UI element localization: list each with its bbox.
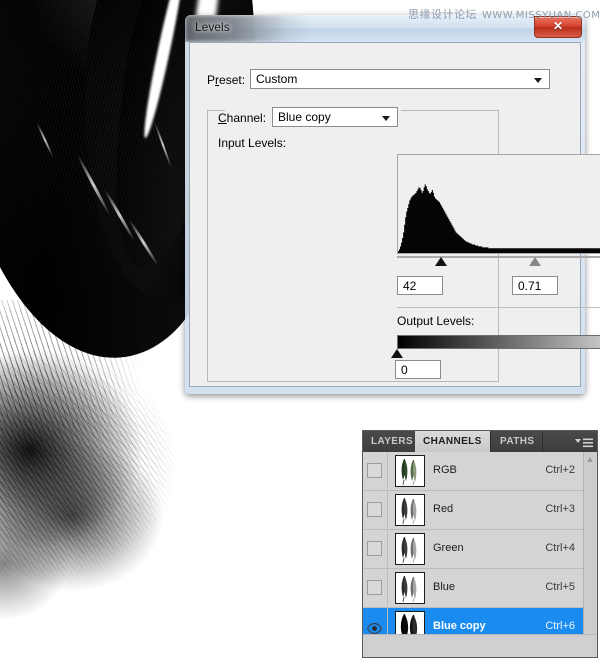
input-levels-label: Input Levels: xyxy=(218,136,286,150)
chevron-down-icon xyxy=(534,78,542,83)
tab-paths[interactable]: PATHS xyxy=(492,431,543,452)
channel-name: RGB xyxy=(433,464,457,476)
groupbox-border-right xyxy=(401,110,499,111)
channel-row-blue[interactable]: Blue Ctrl+5 xyxy=(363,569,597,608)
channel-name: Blue xyxy=(433,581,455,593)
input-slider-track xyxy=(397,256,600,258)
tab-layers[interactable]: LAYERS xyxy=(363,431,422,452)
channel-thumbnail xyxy=(395,533,425,565)
channel-thumbnail xyxy=(395,455,425,487)
histogram-plot xyxy=(398,155,600,253)
watermark-chinese: 思缘设计论坛 xyxy=(408,8,477,21)
channel-label: Channel: xyxy=(218,111,266,125)
channel-row-green[interactable]: Green Ctrl+4 xyxy=(363,530,597,569)
forum-watermark: 思缘设计论坛 WWW.MISSYUAN.COM xyxy=(408,6,600,22)
levels-dialog: Levels ✕ Preset: Custom Channel: xyxy=(185,15,585,394)
channels-panel: LAYERS CHANNELS PATHS RGB Ctrl+2 Red Ctrl+3… xyxy=(362,430,598,658)
output-black-field[interactable]: 0 xyxy=(395,360,441,379)
channel-dropdown[interactable]: Blue copy xyxy=(272,107,398,127)
channel-shortcut: Ctrl+6 xyxy=(545,620,575,632)
eye-toggle[interactable] xyxy=(363,569,388,606)
preset-value: Custom xyxy=(256,72,297,86)
panel-footer xyxy=(363,634,597,657)
watermark-url: WWW.MISSYUAN.COM xyxy=(482,10,600,21)
output-gradient-bar xyxy=(397,335,600,349)
input-shadow-field[interactable]: 42 xyxy=(397,276,443,295)
scroll-up-icon[interactable] xyxy=(587,457,593,462)
output-black-value: 0 xyxy=(401,363,408,377)
eye-icon-empty xyxy=(367,541,382,556)
channel-name: Blue copy xyxy=(433,620,486,632)
panel-menu-icon[interactable] xyxy=(575,436,593,447)
input-midtone-field[interactable]: 0.71 xyxy=(512,276,558,295)
input-shadow-slider[interactable] xyxy=(435,257,447,266)
eye-toggle[interactable] xyxy=(363,452,388,489)
levels-histogram xyxy=(397,154,600,254)
input-shadow-value: 42 xyxy=(403,279,416,293)
eye-icon-empty xyxy=(367,502,382,517)
input-midtone-value: 0.71 xyxy=(518,279,541,293)
chevron-down-icon xyxy=(382,116,390,121)
eye-toggle[interactable] xyxy=(363,491,388,528)
channel-name: Green xyxy=(433,542,464,554)
channel-list: RGBCtrl+2RedCtrl+3GreenCtrl+4BlueCtrl+5B… xyxy=(363,452,597,657)
channel-row-red[interactable]: Red Ctrl+3 xyxy=(363,491,597,530)
channel-shortcut: Ctrl+5 xyxy=(545,581,575,593)
panel-tab-bar: LAYERS CHANNELS PATHS xyxy=(363,431,597,453)
channel-shortcut: Ctrl+2 xyxy=(545,464,575,476)
eye-icon-empty xyxy=(367,580,382,595)
eye-toggle[interactable] xyxy=(363,530,388,567)
output-levels-label: Output Levels: xyxy=(397,314,474,328)
tab-channels[interactable]: CHANNELS xyxy=(415,431,491,452)
panel-scrollbar[interactable] xyxy=(583,452,597,657)
channel-shortcut: Ctrl+3 xyxy=(545,503,575,515)
output-black-slider[interactable] xyxy=(391,349,403,358)
preset-dropdown[interactable]: Custom xyxy=(250,69,550,89)
channel-row-rgb[interactable]: RGB Ctrl+2 xyxy=(363,452,597,491)
channel-thumbnail xyxy=(395,572,425,604)
channel-value: Blue copy xyxy=(278,110,331,124)
channel-shortcut: Ctrl+4 xyxy=(545,542,575,554)
dialog-title: Levels xyxy=(195,20,230,34)
channel-thumbnail xyxy=(395,494,425,526)
screenshot-root: 思缘设计论坛 WWW.MISSYUAN.COM Levels ✕ Preset: … xyxy=(0,0,600,660)
eye-icon-empty xyxy=(367,463,382,478)
channel-name: Red xyxy=(433,503,453,515)
input-midtone-slider[interactable] xyxy=(529,257,541,266)
levels-divider xyxy=(397,307,600,308)
preset-label: Preset: xyxy=(207,73,245,87)
